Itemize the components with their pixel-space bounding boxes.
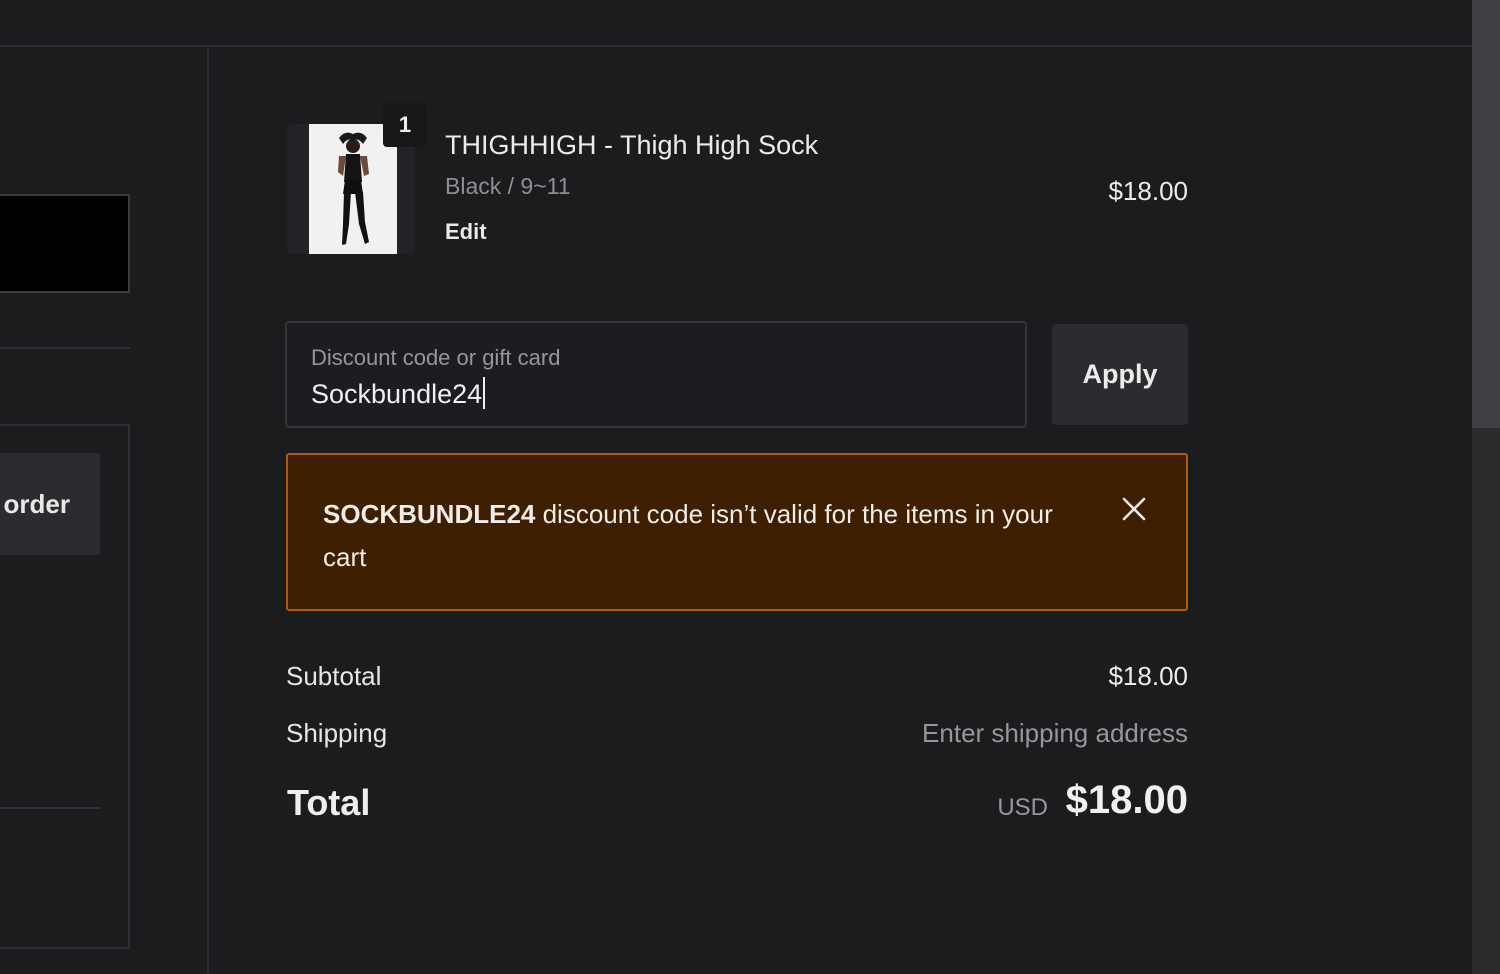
apply-button[interactable]: Apply xyxy=(1052,324,1188,425)
edit-link[interactable]: Edit xyxy=(445,219,487,245)
shipping-value: Enter shipping address xyxy=(922,718,1188,748)
order-button[interactable]: order xyxy=(0,453,100,555)
total-currency: USD xyxy=(997,794,1048,821)
close-icon[interactable] xyxy=(1120,495,1148,523)
column-divider xyxy=(207,47,209,974)
top-bar xyxy=(0,0,1472,47)
subtotal-label: Subtotal xyxy=(286,661,382,691)
scrollbar-thumb[interactable] xyxy=(1472,0,1500,428)
discount-error-alert: SOCKBUNDLE24 discount code isn’t valid f… xyxy=(286,453,1188,611)
alert-message: SOCKBUNDLE24 discount code isn’t valid f… xyxy=(323,493,1063,579)
left-divider xyxy=(0,347,130,349)
product-title: THIGHHIGH - Thigh High Sock xyxy=(445,130,819,160)
left-panel-box[interactable] xyxy=(0,194,130,293)
total-label: Total xyxy=(287,782,371,823)
subtotal-value: $18.00 xyxy=(1108,661,1188,691)
discount-input-value[interactable]: Sockbundle24 xyxy=(311,377,486,410)
discount-input[interactable]: Discount code or gift card Sockbundle24 xyxy=(285,321,1027,428)
product-variant: Black / 9~11 xyxy=(445,173,571,199)
left-divider-lower xyxy=(0,807,100,809)
text-caret xyxy=(483,377,486,409)
alert-code: SOCKBUNDLE24 xyxy=(323,499,536,529)
quantity-badge: 1 xyxy=(383,103,427,147)
discount-input-label: Discount code or gift card xyxy=(311,345,561,370)
checkout-page: order 1 THIGHHIGH - Thigh High Sock Blac… xyxy=(0,0,1500,974)
shipping-label: Shipping xyxy=(286,718,388,748)
order-button-label: order xyxy=(3,488,70,519)
discount-input-text: Sockbundle24 xyxy=(311,379,483,409)
total-value: $18.00 xyxy=(1065,778,1188,822)
product-price: $18.00 xyxy=(1108,176,1188,206)
